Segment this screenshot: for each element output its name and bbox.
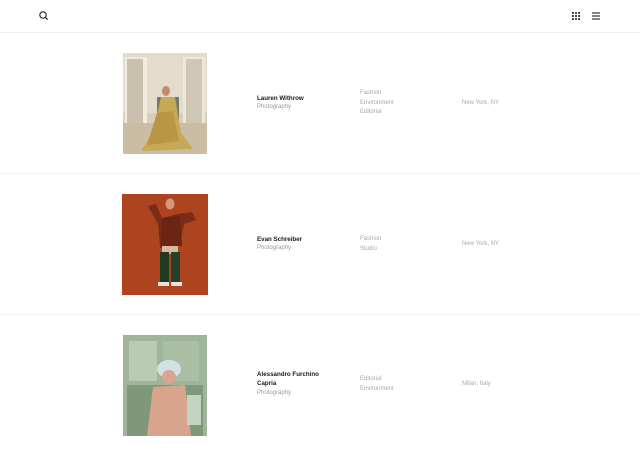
artist-location: New York, NY <box>462 241 500 247</box>
tag: Editorial <box>360 109 382 116</box>
tag: Studio <box>360 245 378 252</box>
artist-info: Lauren Withrow Photography <box>257 94 347 112</box>
artist-role: Photography <box>257 104 292 110</box>
artist-row[interactable]: Alessandro Furchino Capria Photography E… <box>0 315 640 456</box>
artist-row[interactable]: Evan Schreiber Photography Fashion Studi… <box>0 174 640 315</box>
artist-location: Milan, Italy <box>462 381 491 387</box>
search-icon[interactable] <box>37 9 51 23</box>
artist-location: New York, NY <box>462 100 500 106</box>
grid-view-icon[interactable] <box>569 9 583 23</box>
artist-role: Photography <box>257 245 292 251</box>
hamburger-menu-icon[interactable] <box>589 9 603 23</box>
artist-info: Alessandro Furchino Capria Photography <box>257 370 347 398</box>
artist-name[interactable]: Lauren Withrow <box>257 94 347 103</box>
tag: Environment <box>360 99 394 106</box>
artist-role: Photography <box>257 390 292 396</box>
artist-name[interactable]: Alessandro Furchino <box>257 370 347 379</box>
artist-photo[interactable] <box>123 53 207 154</box>
top-bar <box>0 0 640 33</box>
artist-name[interactable]: Evan Schreiber <box>257 235 347 244</box>
artist-photo[interactable] <box>122 194 208 295</box>
tag: Fashion <box>360 236 382 242</box>
tag: Environment <box>360 385 394 392</box>
artist-photo[interactable] <box>123 335 207 436</box>
artist-tags: Fashion Studio <box>360 235 430 254</box>
artist-tags: Fashion Environment Editorial <box>360 89 430 118</box>
artist-info: Evan Schreiber Photography <box>257 235 347 253</box>
tag: Fashion <box>360 90 382 96</box>
artist-name-continued[interactable]: Capria <box>257 379 347 388</box>
artist-row[interactable]: Lauren Withrow Photography Fashion Envir… <box>0 33 640 174</box>
artist-tags: Editorial Environment <box>360 375 430 394</box>
tag: Editorial <box>360 376 382 382</box>
